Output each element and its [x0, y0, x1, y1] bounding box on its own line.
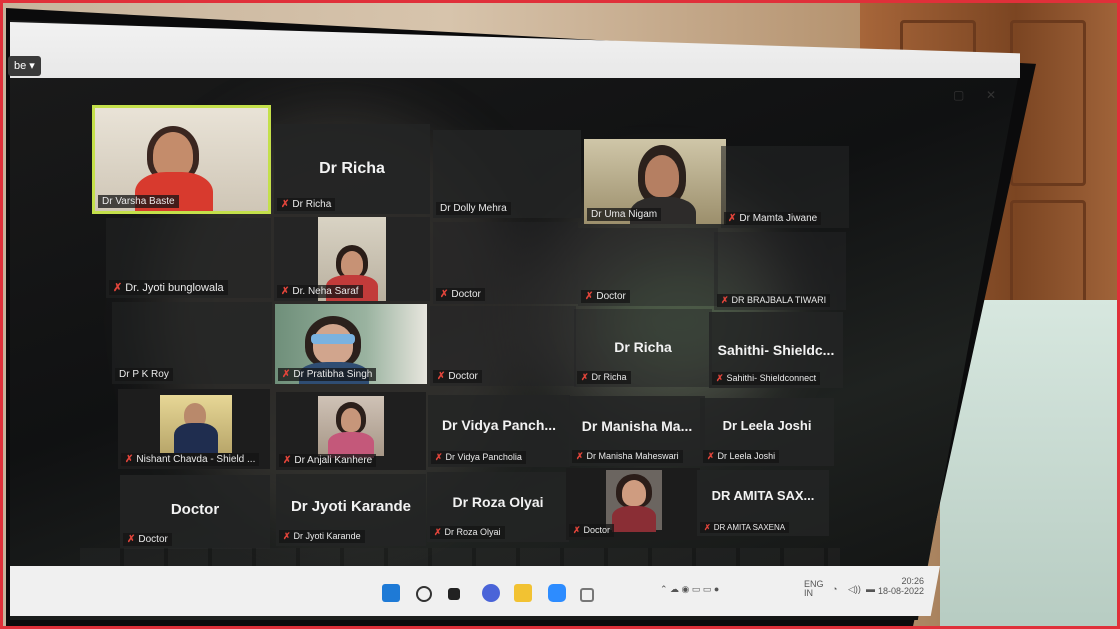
participant-name: ✗ Dr Roza Olyai	[430, 526, 505, 539]
participant-name: ✗ Doctor	[436, 288, 485, 301]
muted-mic-icon: ✗	[716, 373, 724, 383]
participant-name: ✗ Doctor	[123, 533, 172, 546]
participant-display-name: Doctor	[170, 501, 220, 518]
participant-tile[interactable]: ✗ Doctor	[578, 228, 718, 306]
participant-tile[interactable]: Dr Vidya Panch... ✗ Dr Vidya Pancholia	[428, 395, 570, 467]
volume-icon[interactable]: ◁))	[848, 584, 861, 595]
muted-mic-icon: ✗	[127, 534, 136, 545]
muted-mic-icon: ✗	[125, 454, 134, 465]
participant-name: ✗ Dr. Jyoti bunglowala	[109, 280, 228, 295]
windows-taskbar	[10, 566, 940, 616]
muted-mic-icon: ✗	[576, 451, 584, 461]
participant-tile[interactable]: Dr Varsha Baste	[92, 105, 271, 214]
participant-display-name: Dr Leela Joshi	[722, 418, 812, 433]
participant-display-name: Dr Manisha Ma...	[581, 418, 693, 434]
participant-tile[interactable]: ✗ Dr. Neha Saraf	[274, 217, 430, 301]
participant-display-name: Dr Jyoti Karande	[290, 498, 412, 515]
clock[interactable]: 20:26 18-08-2022	[878, 576, 924, 596]
participant-tile[interactable]: Dr Uma Nigam	[584, 139, 726, 224]
participant-tile[interactable]: Dr Dolly Mehra	[433, 130, 581, 218]
participant-name: ✗ Dr Leela Joshi	[703, 450, 780, 463]
participant-tile[interactable]: Dr Jyoti Karande ✗ Dr Jyoti Karande	[276, 474, 426, 546]
participant-tile[interactable]: Dr Roza Olyai ✗ Dr Roza Olyai	[427, 472, 569, 542]
participant-tile[interactable]: Dr Richa ✗ Dr Richa	[274, 124, 430, 214]
participant-display-name: Dr Vidya Panch...	[441, 417, 557, 433]
participant-tile[interactable]: ✗ Dr. Jyoti bunglowala	[106, 218, 271, 298]
muted-mic-icon: ✗	[282, 369, 291, 380]
participant-tile[interactable]: ✗ Nishant Chavda - Shield ...	[118, 389, 270, 469]
participant-name: ✗ Dr Richa	[277, 198, 336, 211]
participant-name: ✗ Dr. Neha Saraf	[277, 285, 363, 298]
start-icon[interactable]	[382, 584, 400, 602]
muted-mic-icon: ✗	[435, 452, 443, 462]
keyboard-reflection	[80, 548, 840, 568]
tray-icons[interactable]: ⌃ ☁ ◉ ▭ ▭ ●	[660, 584, 719, 595]
participant-name: ✗ Doctor	[581, 290, 630, 303]
participant-display-name: Dr Richa	[614, 339, 672, 355]
participant-name: ✗ DR AMITA SAXENA	[700, 522, 790, 533]
muted-mic-icon: ✗	[581, 372, 589, 382]
participant-tile[interactable]: Dr P K Roy	[112, 302, 272, 384]
participant-name: Dr P K Roy	[115, 368, 173, 381]
participant-name: ✗ Dr Anjali Kanhere	[279, 454, 377, 467]
participant-tile[interactable]: ✗ Dr Mamta Jiwane	[721, 146, 849, 228]
muted-mic-icon: ✗	[728, 213, 737, 224]
participant-tile[interactable]: DR AMITA SAX... ✗ DR AMITA SAXENA	[697, 470, 829, 536]
participant-tile[interactable]: ✗ Dr Pratibha Singh	[275, 304, 427, 384]
muted-mic-icon: ✗	[281, 199, 290, 210]
participant-name: Dr Uma Nigam	[587, 208, 662, 221]
battery-icon[interactable]: ▬	[866, 584, 875, 594]
participant-tile[interactable]: Dr Richa ✗ Dr Richa	[574, 309, 712, 387]
search-icon[interactable]	[416, 586, 432, 602]
participant-name: ✗ Dr Richa	[577, 371, 631, 384]
snip-icon[interactable]	[580, 588, 594, 602]
muted-mic-icon: ✗	[721, 295, 729, 305]
participant-name: ✗ Dr Jyoti Karande	[279, 530, 365, 543]
muted-mic-icon: ✗	[440, 289, 449, 300]
participant-tile[interactable]: ✗ Doctor	[430, 306, 576, 386]
task-view-icon[interactable]	[448, 588, 460, 600]
participant-display-name: DR AMITA SAX...	[711, 488, 815, 503]
participant-name: ✗ Doctor	[569, 524, 615, 537]
muted-mic-icon: ✗	[113, 282, 123, 294]
participant-tile[interactable]: Sahithi- Shieldc... ✗ Sahithi- Shieldconn…	[709, 312, 843, 388]
participant-name: ✗ Dr Vidya Pancholia	[431, 451, 526, 464]
restore-icon[interactable]: ▢	[953, 88, 964, 102]
participant-name: ✗ DR BRAJBALA TIWARI	[717, 294, 831, 307]
chat-icon[interactable]	[482, 584, 500, 602]
participant-name: ✗ Dr Mamta Jiwane	[724, 212, 822, 225]
participant-display-name: Dr Richa	[319, 160, 385, 177]
participant-tile[interactable]: ✗ Dr Anjali Kanhere	[276, 392, 426, 470]
participant-tile[interactable]: ✗ Doctor	[433, 222, 578, 304]
muted-mic-icon: ✗	[283, 531, 291, 541]
muted-mic-icon: ✗	[585, 291, 594, 302]
muted-mic-icon: ✗	[573, 525, 581, 535]
close-icon[interactable]: ✕	[986, 88, 996, 102]
participant-name: ✗ Nishant Chavda - Shield ...	[121, 453, 260, 466]
view-dropdown-button[interactable]: be ▾	[8, 56, 41, 76]
muted-mic-icon: ✗	[707, 451, 715, 461]
participant-display-name: Dr Roza Olyai	[452, 494, 544, 510]
participant-tile[interactable]: Doctor ✗ Doctor	[120, 475, 270, 549]
muted-mic-icon: ✗	[281, 286, 290, 297]
zoom-icon[interactable]	[548, 584, 566, 602]
participant-tile[interactable]: ✗ DR BRAJBALA TIWARI	[714, 232, 846, 310]
participant-tile[interactable]: Dr Manisha Ma... ✗ Dr Manisha Maheswari	[569, 396, 705, 466]
network-icon[interactable]: ◔	[832, 584, 837, 594]
participant-name: ✗ Sahithi- Shieldconnect	[712, 372, 821, 385]
participant-tile[interactable]: Dr Leela Joshi ✗ Dr Leela Joshi	[700, 398, 834, 466]
folder-icon[interactable]	[514, 584, 532, 602]
muted-mic-icon: ✗	[434, 527, 442, 537]
participant-name: ✗ Dr Manisha Maheswari	[572, 450, 683, 463]
muted-mic-icon: ✗	[283, 455, 292, 466]
participant-display-name: Sahithi- Shieldc...	[717, 342, 835, 358]
participant-name: Dr Dolly Mehra	[436, 202, 511, 215]
language-indicator[interactable]: ENG IN	[804, 580, 824, 598]
participant-name: Dr Varsha Baste	[98, 195, 179, 208]
participant-tile[interactable]: ✗ Doctor	[566, 468, 700, 540]
participant-name: ✗ Dr Pratibha Singh	[278, 368, 377, 381]
participant-name: ✗ Doctor	[433, 370, 482, 383]
muted-mic-icon: ✗	[437, 371, 446, 382]
muted-mic-icon: ✗	[704, 523, 711, 532]
